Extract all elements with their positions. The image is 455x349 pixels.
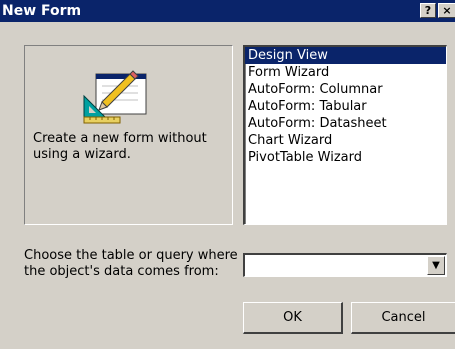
list-item[interactable]: PivotTable Wizard [245, 149, 446, 166]
data-source-label: Choose the table or query where the obje… [24, 248, 238, 279]
preview-description: Create a new form without using a wizard… [33, 131, 207, 162]
help-button[interactable]: ? [420, 3, 436, 18]
list-item[interactable]: AutoForm: Tabular [245, 98, 446, 115]
list-item[interactable]: AutoForm: Columnar [245, 81, 446, 98]
list-item[interactable]: Design View [245, 47, 446, 64]
close-button[interactable]: × [438, 3, 455, 18]
ok-button[interactable]: OK [243, 302, 343, 334]
new-form-dialog: New Form ? × Create a new form without u… [0, 0, 455, 349]
list-item[interactable]: Chart Wizard [245, 132, 446, 149]
list-item[interactable]: AutoForm: Datasheet [245, 115, 446, 132]
title-bar[interactable]: New Form ? × [0, 0, 455, 22]
form-type-list[interactable]: Design View Form Wizard AutoForm: Column… [243, 45, 447, 225]
form-design-icon [83, 70, 147, 124]
window-title: New Form [2, 3, 82, 19]
dropdown-arrow-icon[interactable]: ▼ [427, 256, 445, 275]
cancel-button[interactable]: Cancel [351, 302, 455, 334]
preview-panel: Create a new form without using a wizard… [24, 45, 233, 225]
list-item[interactable]: Form Wizard [245, 64, 446, 81]
data-source-combobox[interactable]: ▼ [243, 253, 447, 277]
